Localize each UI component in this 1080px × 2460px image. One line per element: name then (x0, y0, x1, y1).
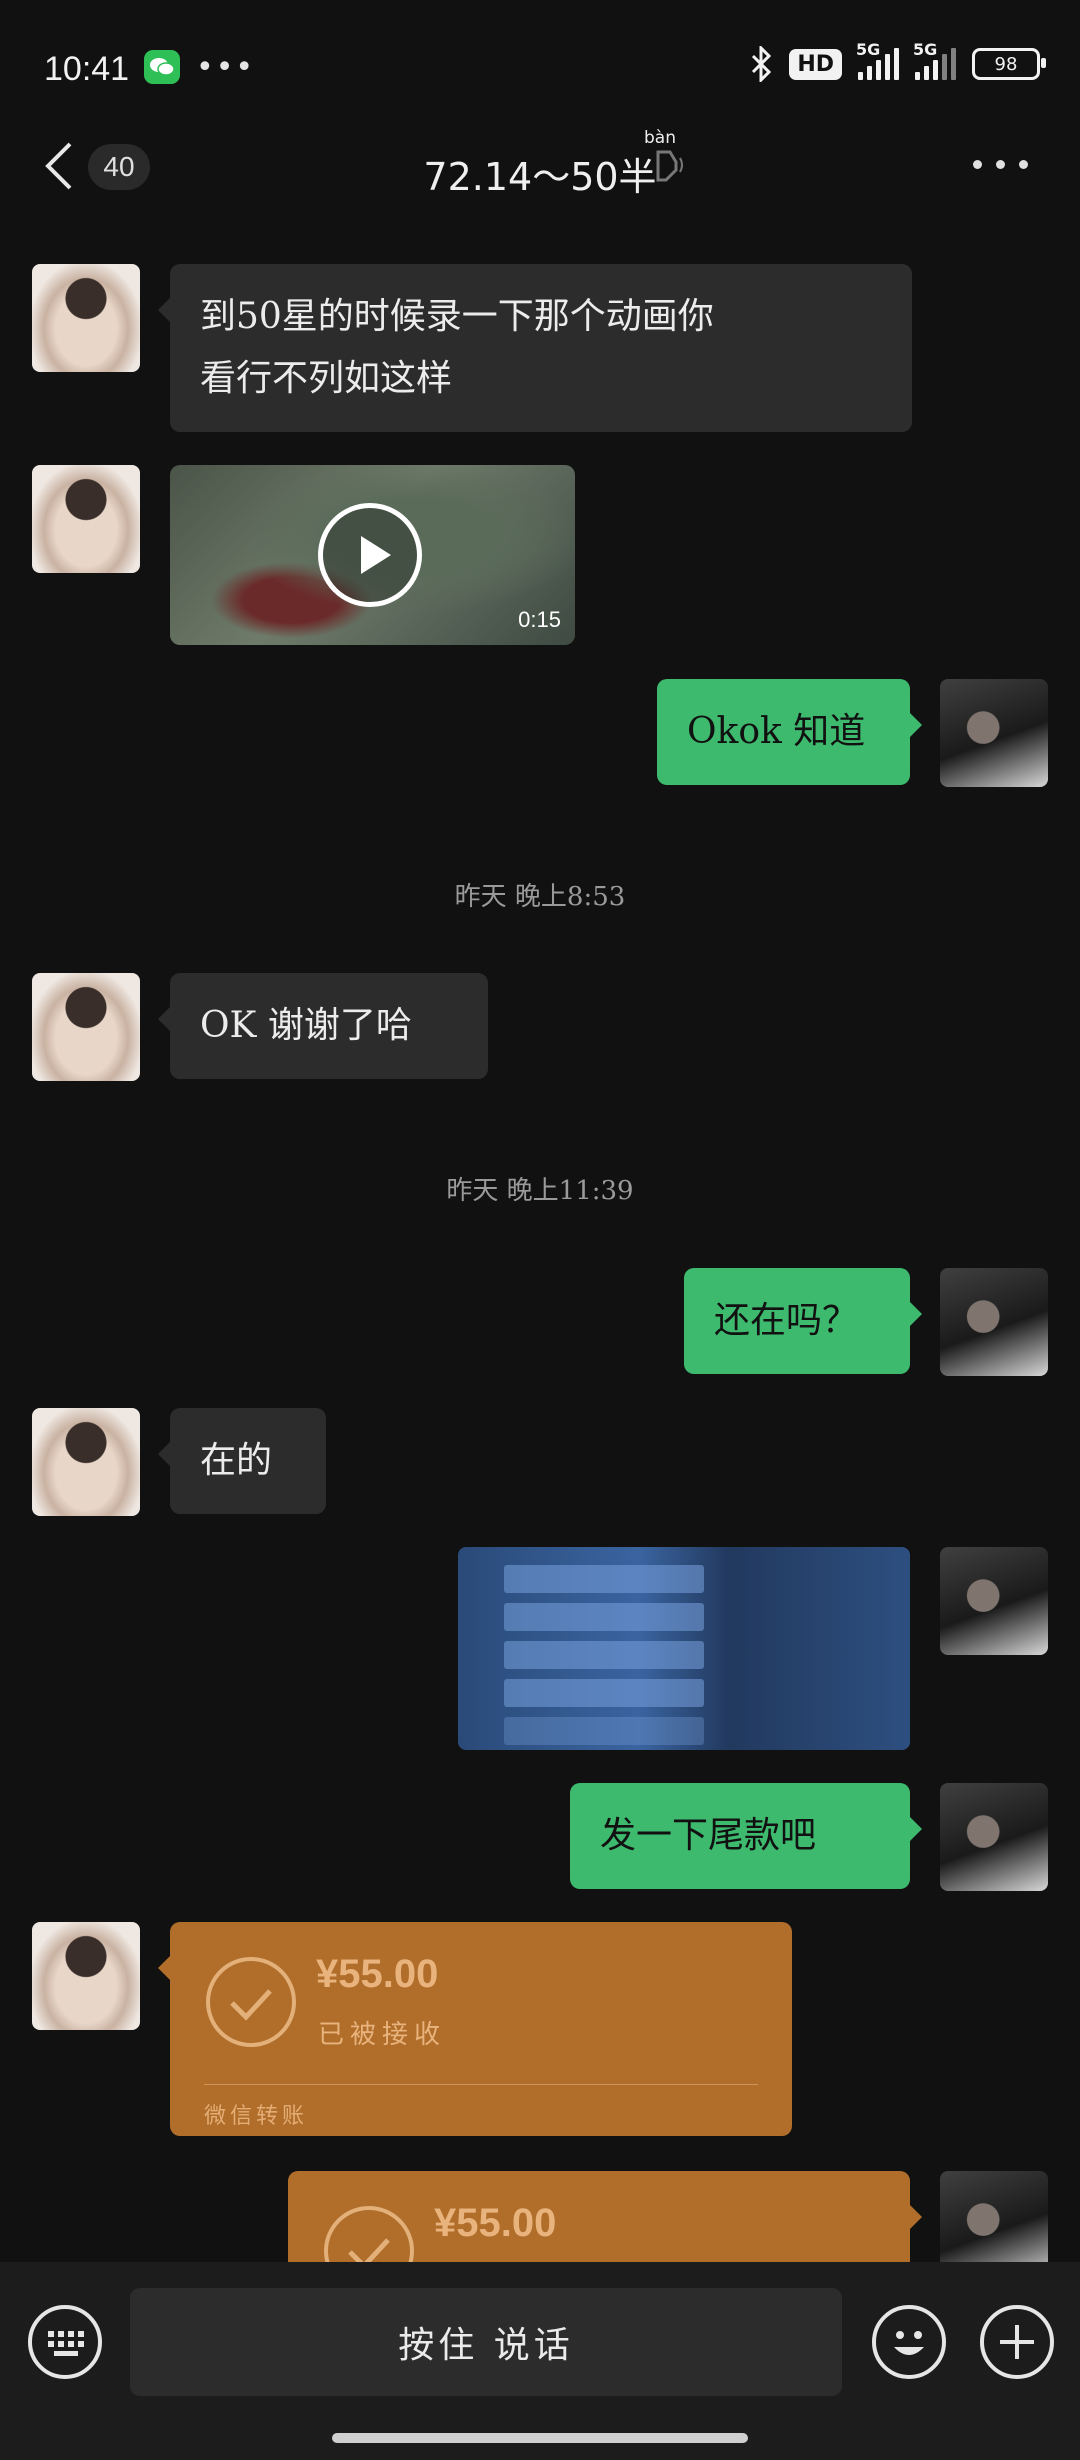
hold-to-talk-button[interactable]: 按住 说话 (130, 2288, 842, 2396)
message-text: 看行不列如这样 (200, 358, 453, 399)
avatar-self[interactable] (940, 679, 1048, 787)
avatar-contact[interactable] (32, 1922, 140, 2030)
avatar-contact[interactable] (32, 973, 140, 1081)
message-text: Okok 知道 (687, 711, 866, 752)
home-indicator[interactable] (332, 2433, 748, 2443)
avatar-contact[interactable] (32, 1408, 140, 1516)
transfer-card[interactable]: ¥55.00 已被接收 微信转账 (158, 1922, 792, 2136)
emoji-button[interactable] (872, 2305, 946, 2379)
bluetooth-icon (752, 46, 772, 82)
avatar-self[interactable] (940, 1547, 1048, 1655)
keyboard-button[interactable] (28, 2305, 102, 2379)
unread-count-badge[interactable]: 40 (88, 144, 150, 190)
status-time: 10:41 (44, 50, 130, 88)
message-text: 到50星的时候录一下那个动画你 (200, 296, 714, 337)
transfer-status: 已被接收 (318, 2020, 447, 2050)
plus-icon (1000, 2325, 1034, 2359)
message-text: 在的 (200, 1440, 273, 1481)
play-icon[interactable] (318, 503, 422, 607)
signal-2-icon: 5G (913, 40, 956, 80)
message-bubble-left[interactable]: OK 谢谢了哈 (158, 973, 488, 1079)
message-bubble-left[interactable]: 到50星的时候录一下那个动画你 看行不列如这样 (158, 264, 912, 432)
chat-title-text: 72.14～50半 (423, 155, 657, 199)
check-icon (206, 1957, 296, 2047)
transfer-footer: 微信转账 (204, 2104, 309, 2129)
plus-button[interactable] (980, 2305, 1054, 2379)
transfer-amount: ¥55.00 (434, 2201, 557, 2245)
message-text: OK 谢谢了哈 (200, 1005, 412, 1046)
message-text: 还在吗？ (714, 1300, 859, 1341)
message-text: 发一下尾款吧 (600, 1815, 817, 1856)
timestamp: 昨天 晚上8:53 (454, 882, 626, 912)
signal-1-icon: 5G (856, 40, 899, 80)
message-bubble-right[interactable]: Okok 知道 (657, 679, 922, 785)
transfer-amount: ¥55.00 (316, 1952, 439, 1996)
back-icon (45, 142, 72, 190)
more-button[interactable] (973, 160, 1028, 169)
keyboard-icon (48, 2331, 84, 2356)
avatar-self[interactable] (940, 1268, 1048, 1376)
wechat-notification-icon (144, 50, 180, 84)
title-pinyin: bàn (644, 128, 676, 148)
back-button[interactable] (40, 140, 80, 192)
transfer-divider (204, 2084, 758, 2085)
battery-icon: 98 (972, 48, 1046, 80)
video-duration: 0:15 (518, 607, 561, 632)
avatar-contact[interactable] (32, 264, 140, 372)
more-icon (973, 160, 982, 169)
timestamp: 昨天 晚上11:39 (446, 1176, 634, 1206)
image-message[interactable] (458, 1547, 910, 1750)
hd-badge: HD (789, 48, 842, 80)
avatar-self[interactable] (940, 1783, 1048, 1891)
message-bubble-left[interactable]: 在的 (158, 1408, 326, 1514)
voice-icon (652, 148, 686, 186)
video-message[interactable]: 0:15 (170, 465, 575, 645)
avatar-contact[interactable] (32, 465, 140, 573)
message-bubble-right[interactable]: 发一下尾款吧 (570, 1783, 922, 1889)
more-notifications-icon: ••• (196, 50, 256, 85)
emoji-icon (894, 2331, 924, 2355)
status-bar: 10:41 ••• HD 5G 5G 98 (0, 0, 1080, 130)
message-bubble-right[interactable]: 还在吗？ (684, 1268, 922, 1374)
status-right: HD 5G 5G 98 (749, 40, 1046, 82)
